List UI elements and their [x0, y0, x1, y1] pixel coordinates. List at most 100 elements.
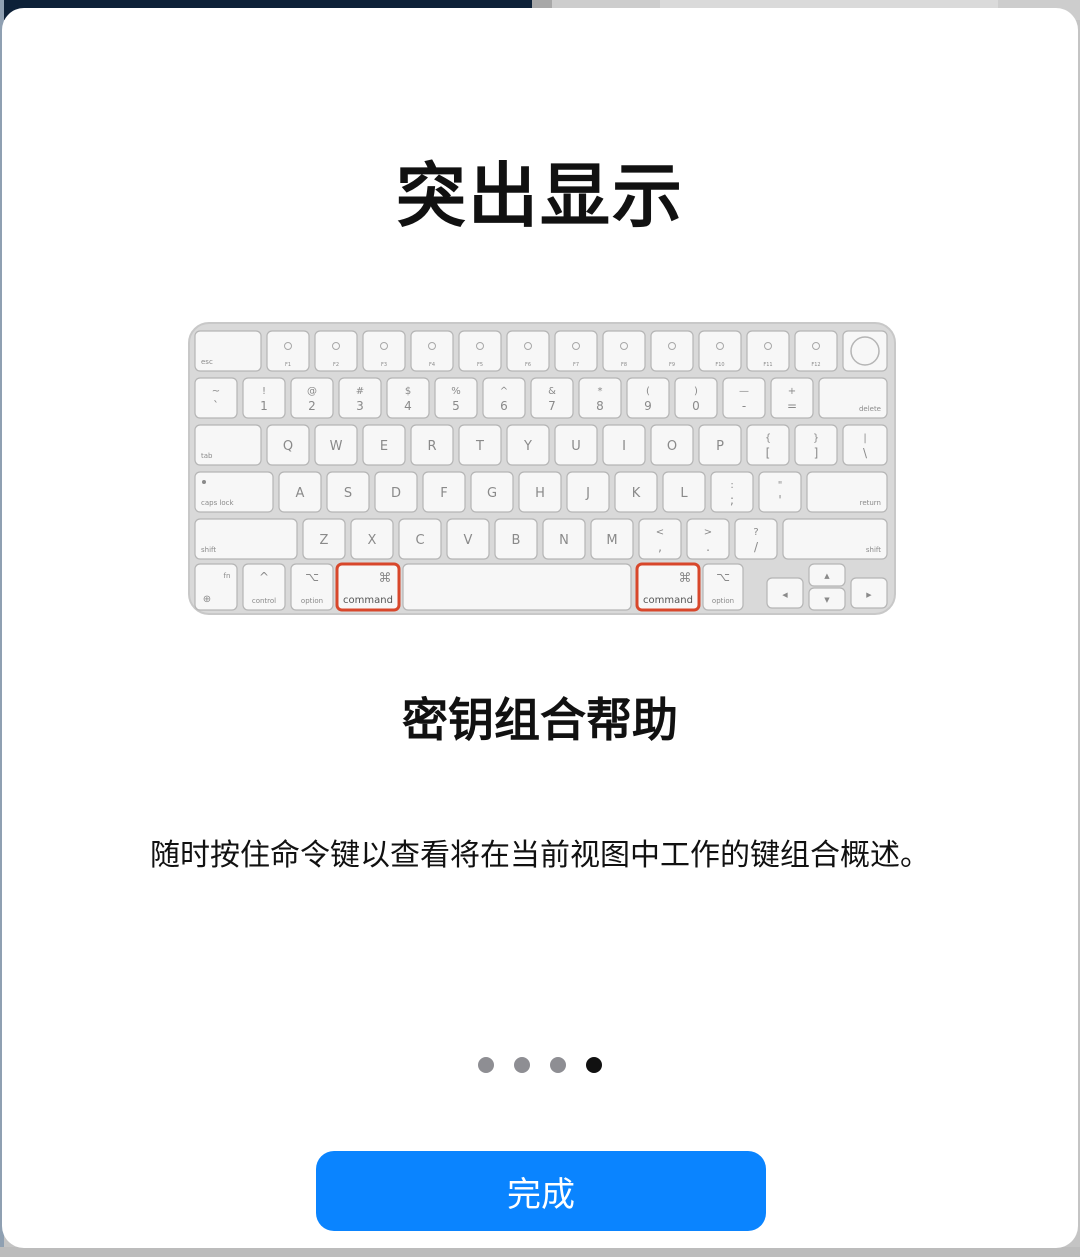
- key-n: N: [542, 518, 586, 560]
- key-sym: ?/: [734, 518, 778, 560]
- svg-text:F6: F6: [525, 362, 531, 368]
- svg-text:F9: F9: [669, 362, 675, 368]
- svg-text:^: ^: [259, 570, 269, 584]
- key-t: T: [458, 424, 502, 466]
- svg-text:5: 5: [452, 399, 460, 413]
- page-dot-4[interactable]: [586, 1057, 602, 1073]
- svg-text:command: command: [643, 595, 693, 606]
- done-button[interactable]: 完成: [316, 1151, 766, 1231]
- key-c: C: [398, 518, 442, 560]
- key-f3: F3: [362, 330, 406, 372]
- key-sym: <,: [638, 518, 682, 560]
- key-7: &7: [530, 377, 574, 419]
- svg-text:option: option: [712, 597, 734, 605]
- svg-text:F3: F3: [381, 362, 387, 368]
- svg-text:@: @: [307, 386, 317, 397]
- page-dot-1[interactable]: [478, 1057, 494, 1073]
- svg-text:,: ,: [658, 540, 662, 554]
- key-f9: F9: [650, 330, 694, 372]
- svg-text:T: T: [475, 439, 484, 454]
- key-o: O: [650, 424, 694, 466]
- feature-subtitle: 密钥组合帮助: [402, 693, 678, 747]
- svg-text:S: S: [344, 486, 352, 501]
- svg-text:1: 1: [260, 399, 268, 413]
- page-dot-2[interactable]: [514, 1057, 530, 1073]
- key-z: Z: [302, 518, 346, 560]
- page-dot-3[interactable]: [550, 1057, 566, 1073]
- key-8: *8: [578, 377, 622, 419]
- svg-text:N: N: [559, 533, 569, 548]
- svg-text:}: }: [813, 433, 819, 444]
- svg-text:delete: delete: [859, 405, 881, 413]
- svg-text:▲: ▲: [824, 572, 830, 580]
- key-r: R: [410, 424, 454, 466]
- svg-text:': ': [778, 493, 781, 507]
- svg-text:4: 4: [404, 399, 412, 413]
- svg-text:M: M: [606, 533, 617, 548]
- key-f2: F2: [314, 330, 358, 372]
- svg-text:F12: F12: [811, 362, 820, 368]
- key-f10: F10: [698, 330, 742, 372]
- key-f12: F12: [794, 330, 838, 372]
- svg-text:6: 6: [500, 399, 508, 413]
- key-0: )0: [674, 377, 718, 419]
- svg-text:=: =: [787, 399, 797, 413]
- svg-text:return: return: [860, 499, 881, 507]
- svg-text:-: -: [742, 399, 746, 413]
- svg-text:F4: F4: [429, 362, 435, 368]
- key-esc: esc: [194, 330, 262, 372]
- svg-text:;: ;: [730, 493, 734, 507]
- svg-text:J: J: [585, 486, 590, 501]
- svg-text:control: control: [252, 597, 276, 605]
- key-9: (9: [626, 377, 670, 419]
- svg-text:⌥: ⌥: [305, 570, 319, 584]
- svg-text:O: O: [667, 439, 677, 454]
- key-1: !1: [242, 377, 286, 419]
- svg-text:fn: fn: [224, 572, 231, 580]
- svg-text:": ": [778, 480, 783, 491]
- key-sym: {[: [746, 424, 790, 466]
- key-i: I: [602, 424, 646, 466]
- svg-text:A: A: [296, 486, 305, 501]
- svg-text:.: .: [706, 540, 710, 554]
- key-5: %5: [434, 377, 478, 419]
- svg-text:>: >: [704, 527, 712, 538]
- svg-text:L: L: [680, 486, 688, 501]
- key-sym: "': [758, 471, 802, 513]
- svg-text:⌥: ⌥: [716, 570, 730, 584]
- svg-text:Z: Z: [320, 533, 329, 548]
- svg-text:]: ]: [814, 446, 819, 460]
- key-arrow-down: ▼: [808, 587, 846, 611]
- key-caps-lock: caps lock: [194, 471, 274, 513]
- key-sym: :;: [710, 471, 754, 513]
- svg-text:—: —: [739, 386, 749, 397]
- key-u: U: [554, 424, 598, 466]
- svg-text:⌘: ⌘: [379, 571, 392, 586]
- key-delete: delete: [818, 377, 888, 419]
- key-option: ⌥ option: [702, 563, 744, 611]
- svg-text:+: +: [788, 386, 796, 397]
- svg-text:0: 0: [692, 399, 700, 413]
- svg-text:I: I: [622, 439, 626, 454]
- svg-text:{: {: [765, 433, 771, 444]
- key-f1: F1: [266, 330, 310, 372]
- svg-text:~: ~: [212, 386, 220, 397]
- svg-text:F11: F11: [763, 362, 772, 368]
- svg-text:2: 2: [308, 399, 316, 413]
- backdrop-bottom: [0, 1247, 1080, 1257]
- key-sym: +=: [770, 377, 814, 419]
- svg-text:F5: F5: [477, 362, 483, 368]
- svg-text:shift: shift: [201, 546, 216, 554]
- svg-text:◀: ◀: [782, 591, 788, 599]
- svg-text:|: |: [863, 433, 866, 444]
- key-f4: F4: [410, 330, 454, 372]
- svg-text:`: `: [213, 399, 219, 413]
- key-v: V: [446, 518, 490, 560]
- key-y: Y: [506, 424, 550, 466]
- key-q: Q: [266, 424, 310, 466]
- onboarding-sheet: 突出显示 esc F1 F2 F3 F4 F5 F6 F7 F8 F9 F10 F11 F12 ~ `! 1 @…: [2, 8, 1078, 1248]
- svg-text:shift: shift: [866, 546, 881, 554]
- svg-text:G: G: [487, 486, 497, 501]
- svg-text:command: command: [343, 595, 393, 606]
- svg-text:F7: F7: [573, 362, 579, 368]
